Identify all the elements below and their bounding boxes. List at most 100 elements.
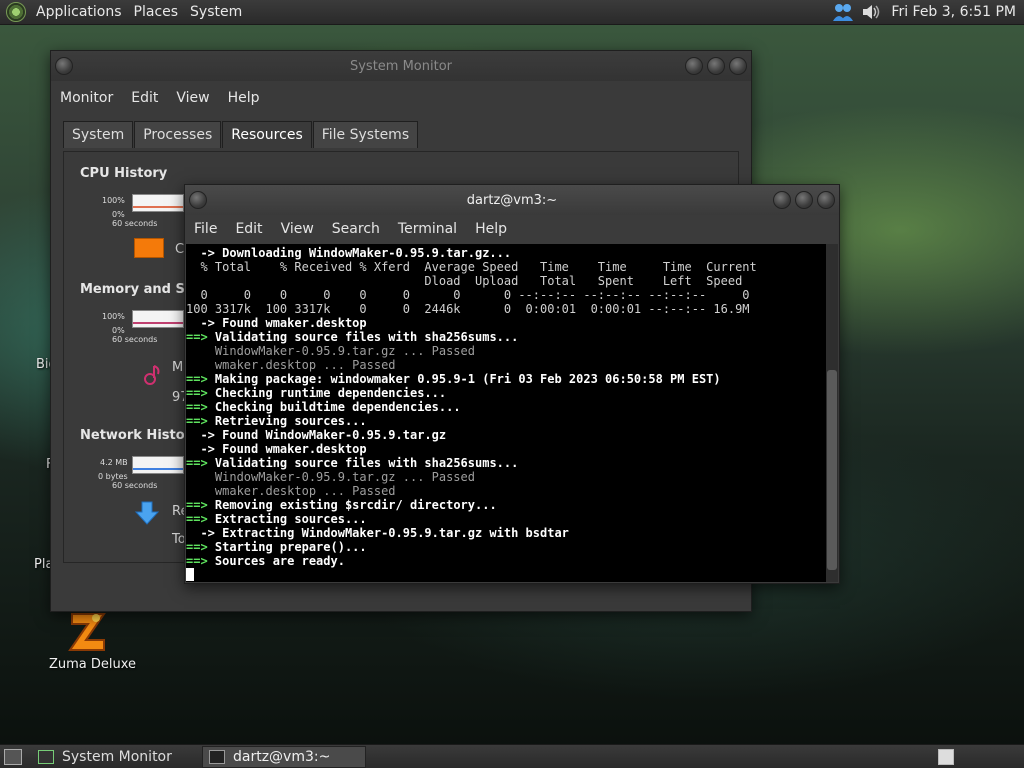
taskbar-item-system-monitor[interactable]: System Monitor bbox=[32, 746, 196, 768]
terminal-text: Checking buildtime dependencies... bbox=[214, 400, 461, 414]
terminal-text: 0 0 0 0 0 0 0 0 --:--:-- --:--:-- --:--:… bbox=[186, 288, 750, 302]
menubar: Monitor Edit View Help bbox=[51, 81, 751, 115]
memory-pie-icon[interactable] bbox=[142, 364, 162, 390]
terminal-text: ==> bbox=[186, 414, 215, 428]
terminal-output[interactable]: -> Downloading WindowMaker-0.95.9.tar.gz… bbox=[186, 244, 827, 582]
menubar: File Edit View Search Terminal Help bbox=[185, 215, 839, 243]
terminal-line: ==> Retrieving sources... bbox=[186, 414, 827, 428]
terminal-line: ==> Removing existing $srcdir/ directory… bbox=[186, 498, 827, 512]
memory-label: M bbox=[172, 360, 184, 375]
menu-monitor[interactable]: Monitor bbox=[51, 90, 122, 106]
terminal-text: ==> bbox=[186, 512, 215, 526]
menu-view[interactable]: View bbox=[167, 90, 218, 106]
terminal-text: Validating source files with sha256sums.… bbox=[214, 330, 519, 344]
minimize-button[interactable] bbox=[685, 57, 703, 75]
window-menu-button[interactable] bbox=[189, 191, 207, 209]
menu-terminal[interactable]: Terminal bbox=[389, 221, 466, 237]
desktop-icon-label[interactable]: Zuma Deluxe bbox=[49, 657, 136, 672]
terminal-text: ==> bbox=[186, 456, 215, 470]
maximize-button[interactable] bbox=[795, 191, 813, 209]
menu-edit[interactable]: Edit bbox=[122, 90, 167, 106]
titlebar[interactable]: System Monitor bbox=[51, 51, 751, 81]
terminal-line: -> Extracting WindowMaker-0.95.9.tar.gz … bbox=[186, 526, 827, 540]
menu-help[interactable]: Help bbox=[219, 90, 269, 106]
tab-processes[interactable]: Processes bbox=[134, 121, 222, 148]
terminal-line: ==> Sources are ready. bbox=[186, 554, 827, 568]
terminal-text: -> bbox=[186, 442, 223, 456]
terminal-line: ==> Validating source files with sha256s… bbox=[186, 456, 827, 470]
menu-system[interactable]: System bbox=[184, 0, 248, 25]
minimize-button[interactable] bbox=[773, 191, 791, 209]
taskbar-item-terminal[interactable]: dartz@vm3:~ bbox=[202, 745, 366, 768]
terminal-text: ==> bbox=[186, 330, 215, 344]
terminal-line: 0 0 0 0 0 0 0 0 --:--:-- --:--:-- --:--:… bbox=[186, 288, 827, 302]
terminal-text: -> bbox=[186, 428, 223, 442]
clock[interactable]: Fri Feb 3, 6:51 PM bbox=[885, 4, 1024, 20]
terminal-text: WindowMaker-0.95.9.tar.gz ... Passed bbox=[186, 470, 475, 484]
terminal-text: WindowMaker-0.95.9.tar.gz ... Passed bbox=[186, 344, 475, 358]
terminal-text: Starting prepare()... bbox=[214, 540, 367, 554]
system-monitor-task-icon bbox=[38, 749, 54, 764]
menu-view[interactable]: View bbox=[272, 221, 323, 237]
terminal-text: -> bbox=[186, 316, 223, 330]
terminal-text: ==> bbox=[186, 554, 215, 568]
terminal-line: ==> Checking runtime dependencies... bbox=[186, 386, 827, 400]
terminal-scrollbar[interactable] bbox=[826, 244, 838, 582]
terminal-text: ==> bbox=[186, 372, 215, 386]
close-button[interactable] bbox=[729, 57, 747, 75]
tab-file-systems[interactable]: File Systems bbox=[312, 121, 419, 148]
tab-resources[interactable]: Resources bbox=[222, 121, 312, 148]
terminal-text: ==> bbox=[186, 498, 215, 512]
terminal-window: dartz@vm3:~ File Edit View Search Termin… bbox=[184, 184, 840, 584]
system-tray: Fri Feb 3, 6:51 PM bbox=[829, 0, 1024, 25]
network-graph bbox=[132, 456, 184, 474]
menu-file[interactable]: File bbox=[185, 221, 226, 237]
terminal-line: ==> Checking buildtime dependencies... bbox=[186, 400, 827, 414]
terminal-text: ==> bbox=[186, 540, 215, 554]
terminal-text: Sources are ready. bbox=[214, 554, 345, 568]
terminal-text: 100 3317k 100 3317k 0 0 2446k 0 0:00:01 … bbox=[186, 302, 750, 316]
network-icon[interactable] bbox=[832, 1, 854, 23]
menu-places[interactable]: Places bbox=[128, 0, 185, 25]
distro-logo-icon[interactable] bbox=[6, 2, 26, 22]
terminal-prompt-line[interactable] bbox=[186, 568, 827, 582]
terminal-line: WindowMaker-0.95.9.tar.gz ... Passed bbox=[186, 344, 827, 358]
receiving-arrow-icon bbox=[134, 500, 160, 530]
volume-icon[interactable] bbox=[860, 1, 882, 23]
terminal-line: ==> Starting prepare()... bbox=[186, 540, 827, 554]
terminal-text: ==> bbox=[186, 386, 215, 400]
maximize-button[interactable] bbox=[707, 57, 725, 75]
window-menu-button[interactable] bbox=[55, 57, 73, 75]
menu-edit[interactable]: Edit bbox=[226, 221, 271, 237]
terminal-text: % Total % Received % Xferd Average Speed… bbox=[186, 260, 757, 274]
graph-min-label: 0% bbox=[112, 210, 125, 219]
graph-max-label: 4.2 MB bbox=[100, 458, 128, 467]
window-title: dartz@vm3:~ bbox=[466, 192, 558, 208]
terminal-text: Downloading WindowMaker-0.95.9.tar.gz... bbox=[222, 246, 512, 260]
task-label: System Monitor bbox=[62, 748, 172, 765]
tab-system[interactable]: System bbox=[63, 121, 134, 148]
scrollbar-thumb[interactable] bbox=[827, 370, 837, 570]
cpu-color-swatch[interactable] bbox=[134, 238, 164, 258]
graph-max-label: 100% bbox=[102, 196, 125, 205]
menu-help[interactable]: Help bbox=[466, 221, 516, 237]
titlebar[interactable]: dartz@vm3:~ bbox=[185, 185, 839, 215]
terminal-text: Dload Upload Total Spent Left Speed bbox=[186, 274, 743, 288]
workspace-switcher-icon[interactable] bbox=[938, 748, 954, 765]
terminal-text: Found wmaker.desktop bbox=[222, 442, 367, 456]
zuma-deluxe-icon[interactable] bbox=[66, 608, 110, 656]
graph-max-label: 100% bbox=[102, 312, 125, 321]
task-label: dartz@vm3:~ bbox=[233, 748, 331, 765]
menu-applications[interactable]: Applications bbox=[30, 0, 128, 25]
show-desktop-icon[interactable] bbox=[4, 748, 22, 765]
menu-search[interactable]: Search bbox=[323, 221, 389, 237]
terminal-text: ==> bbox=[186, 400, 215, 414]
terminal-text: Removing existing $srcdir/ directory... bbox=[214, 498, 497, 512]
terminal-line: 100 3317k 100 3317k 0 0 2446k 0 0:00:01 … bbox=[186, 302, 827, 316]
close-button[interactable] bbox=[817, 191, 835, 209]
terminal-text: -> bbox=[186, 526, 223, 540]
terminal-task-icon bbox=[209, 749, 225, 764]
graph-span-label: 60 seconds bbox=[112, 335, 158, 344]
terminal-text: wmaker.desktop ... Passed bbox=[186, 358, 396, 372]
terminal-text: -> bbox=[186, 246, 223, 260]
